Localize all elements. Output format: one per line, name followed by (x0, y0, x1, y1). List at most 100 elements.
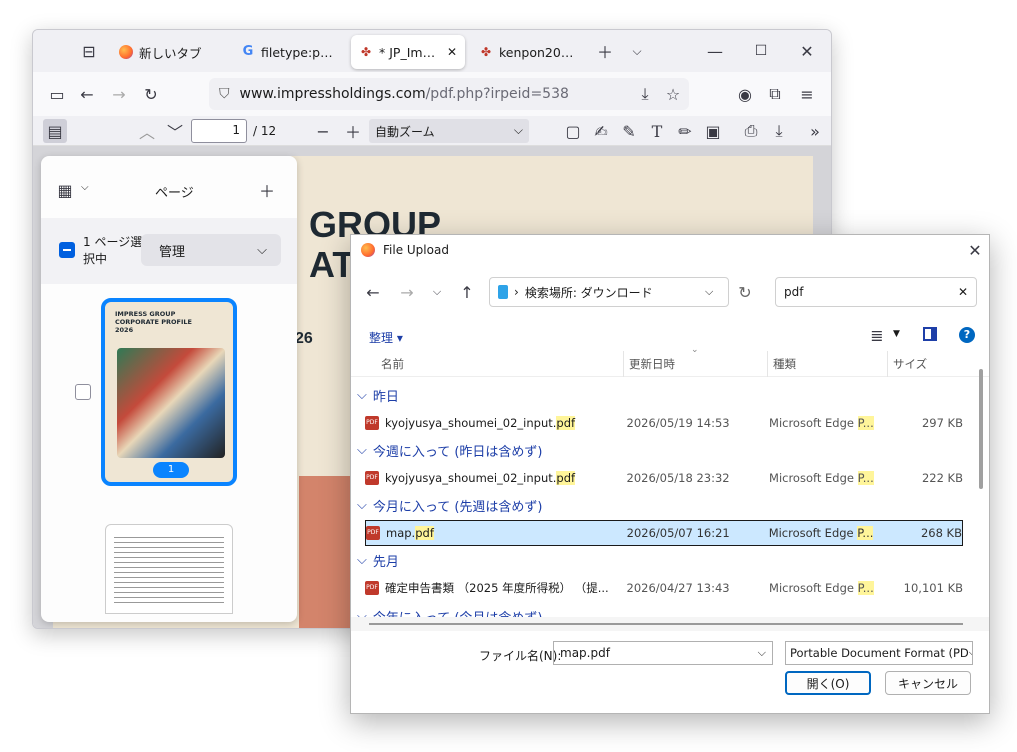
back-icon[interactable]: ← (75, 82, 99, 106)
shield-icon[interactable]: ⛉ (219, 86, 230, 102)
prev-page-icon[interactable]: ︿ (135, 119, 159, 143)
tab-kenpon[interactable]: ✤ kenpon201407 (471, 35, 589, 69)
cancel-button[interactable]: キャンセル (885, 671, 971, 695)
grid-view-icon[interactable]: ▦ (53, 178, 77, 202)
column-date[interactable]: 更新日時 (629, 351, 675, 377)
address-bar[interactable]: › 検索場所: ダウンロード (489, 277, 729, 307)
zoom-in-icon[interactable]: ＋ (341, 119, 365, 143)
reload-icon[interactable]: ↻ (139, 82, 163, 106)
group-header-yesterday[interactable]: ⌵ 昨日 (357, 382, 399, 408)
group-header-this-month[interactable]: ⌵ 今月に入って (先週は含めず) (357, 492, 543, 518)
view-dropdown-icon[interactable]: ▼ (893, 329, 900, 339)
refresh-icon[interactable]: ↻ (733, 280, 757, 304)
comment-icon[interactable]: ▢ (561, 119, 585, 143)
tab-bar: ⊟ 新しいタブ G filetype:pdf imp ✤ * JP_Impres… (33, 30, 831, 72)
page-1-checkbox[interactable] (75, 384, 91, 400)
print-icon[interactable]: ⎙ (739, 119, 763, 143)
maximize-icon[interactable]: ☐ (749, 39, 773, 63)
dialog-title: File Upload (383, 243, 449, 257)
tab-new[interactable]: 新しいタブ (111, 35, 223, 69)
pdf-file-icon: PDF (365, 416, 379, 430)
signature-icon[interactable]: ✍ (589, 119, 613, 143)
selection-status: 1 ページ選 択中 (83, 235, 143, 266)
file-row[interactable]: PDF 確定申告書類 （2025 年度所得税） （提... 2026/04/27… (365, 575, 963, 601)
column-type[interactable]: 種類 (773, 351, 796, 377)
draw-icon[interactable]: ✏ (673, 119, 697, 143)
tab-google[interactable]: G filetype:pdf imp (233, 35, 345, 69)
account-icon[interactable]: ◉ (733, 82, 757, 106)
up-folder-icon[interactable]: ↑ (455, 280, 479, 304)
dialog-titlebar: File Upload (351, 235, 989, 265)
zoom-out-icon[interactable]: − (311, 119, 335, 143)
highlight-icon[interactable]: ✎ (617, 119, 641, 143)
new-tab-icon[interactable]: ＋ (593, 39, 617, 63)
save-icon[interactable]: ⤓ (767, 119, 791, 143)
text-icon[interactable]: T (645, 119, 669, 143)
chevron-down-icon: ⌵ (513, 123, 523, 137)
group-header-this-week[interactable]: ⌵ 今週に入って (昨日は含めず) (357, 437, 543, 463)
extensions-icon[interactable]: ⧉ (763, 82, 787, 106)
filename-input[interactable]: map.pdf ⌵ (553, 641, 773, 665)
more-tools-icon[interactable]: » (803, 119, 827, 143)
close-dialog-icon[interactable]: ✕ (963, 238, 987, 262)
google-icon: G (242, 44, 254, 59)
close-window-icon[interactable]: ✕ (795, 39, 819, 63)
url-bar[interactable]: ⛉ www.impressholdings.com/pdf.php?irpeid… (209, 78, 689, 110)
select-all-checkbox[interactable] (59, 242, 75, 258)
impress-icon: ✤ (480, 45, 492, 59)
open-button[interactable]: 開く(O) (785, 671, 871, 695)
horizontal-scrollbar-track (351, 617, 989, 631)
preview-pane-icon[interactable] (923, 327, 937, 341)
view-options-icon[interactable]: ≣ (865, 323, 889, 347)
zoom-select[interactable]: 自動ズーム ⌵ (369, 119, 529, 143)
pdf-file-icon: PDF (365, 581, 379, 595)
group-header-this-year[interactable]: ⌵今年に入って (今月は含めず) (357, 603, 543, 618)
url-path: /pdf.php?irpeid=538 (425, 86, 569, 102)
organize-button[interactable]: 整理 ▾ (369, 329, 403, 346)
close-tab-icon[interactable]: ✕ (447, 45, 457, 59)
tab-list-chevron-icon[interactable]: ⌵ (625, 39, 649, 63)
minimize-icon[interactable]: — (703, 39, 727, 63)
chevron-down-icon[interactable]: ⌵ (758, 646, 766, 660)
search-input[interactable]: pdf ✕ (775, 277, 977, 307)
page-thumbnail-1[interactable]: IMPRESS GROUP CORPORATE PROFILE 2026 1 (101, 298, 237, 486)
tab-jp-impress[interactable]: ✤ * JP_Impress ✕ (351, 35, 465, 69)
file-row[interactable]: PDF kyojyusya_shoumei_02_input.pdf 2026/… (365, 410, 963, 436)
sidebar-toggle-icon[interactable]: ▭ (45, 82, 69, 106)
download-page-icon[interactable]: ⤓ (633, 82, 657, 106)
column-size[interactable]: サイズ (893, 351, 927, 377)
chevron-down-icon[interactable]: ⌵ (81, 182, 89, 193)
image-icon[interactable]: ▣ (701, 119, 725, 143)
file-row-selected[interactable]: PDF map.pdf 2026/05/07 16:21 Microsoft E… (365, 520, 963, 546)
chevron-down-icon: ⌵ (357, 608, 367, 618)
recent-locations-icon[interactable]: ⌵ (425, 280, 449, 304)
next-page-icon[interactable]: ﹀ (163, 119, 187, 143)
sidebar-title: ページ (155, 186, 194, 201)
chevron-down-icon: ⌵ (357, 552, 367, 568)
filetype-select[interactable]: Portable Document Format (PD ⌵ (785, 641, 973, 665)
manage-dropdown[interactable]: 管理 ⌵ (141, 234, 281, 266)
help-icon[interactable]: ? (959, 327, 975, 343)
menu-icon[interactable]: ≡ (795, 82, 819, 106)
clear-search-icon[interactable]: ✕ (958, 285, 968, 299)
page-number-input[interactable]: 1 (191, 119, 247, 143)
back-icon[interactable]: ← (361, 280, 385, 304)
file-row[interactable]: PDF kyojyusya_shoumei_02_input.pdf 2026/… (365, 465, 963, 491)
forward-icon[interactable]: → (107, 82, 131, 106)
tab-manager-icon[interactable]: ⊟ (77, 39, 101, 63)
add-page-icon[interactable]: ＋ (255, 178, 279, 202)
address-path: 検索場所: ダウンロード (524, 285, 653, 300)
file-list: ⌵ 昨日 PDF kyojyusya_shoumei_02_input.pdf 2… (351, 381, 975, 617)
group-header-last-month[interactable]: ⌵ 先月 (357, 547, 399, 573)
thumbnail-illustration (117, 348, 225, 458)
forward-icon[interactable]: → (395, 280, 419, 304)
vertical-scrollbar[interactable] (979, 369, 983, 489)
toggle-sidebar-icon[interactable]: ▤ (43, 119, 67, 143)
horizontal-scrollbar[interactable] (369, 623, 963, 625)
impress-icon: ✤ (360, 45, 372, 59)
address-history-icon[interactable]: ⌵ (705, 285, 713, 299)
bookmark-star-icon[interactable]: ☆ (661, 82, 685, 106)
firefox-icon (119, 45, 133, 59)
page-thumbnail-2[interactable] (105, 524, 233, 614)
column-name[interactable]: 名前 (381, 351, 404, 377)
